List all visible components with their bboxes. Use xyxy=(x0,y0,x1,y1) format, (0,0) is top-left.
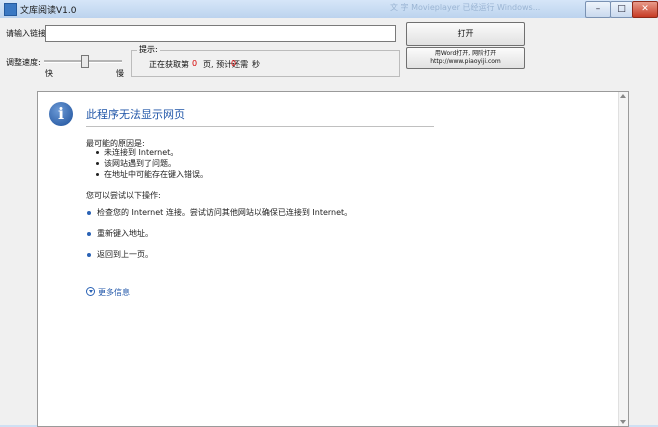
main-window: 请输入链接: 打开 调整速度: 快 慢 提示: 正在获取第 0 页, 预计还需 … xyxy=(0,18,658,427)
url-input[interactable] xyxy=(45,25,396,42)
speed-fast-label: 快 xyxy=(45,69,53,78)
open-button[interactable]: 打开 xyxy=(406,22,525,46)
tip-mid: 页, 预计还需 xyxy=(203,60,249,69)
minimize-button[interactable]: – xyxy=(585,1,611,18)
action-item-retype[interactable]: 重新键入地址。 xyxy=(97,228,153,239)
tip-groupbox: 提示: 正在获取第 0 页, 预计还需 0 秒 xyxy=(131,44,400,77)
window-title: 文库阅读V1.0 xyxy=(20,6,77,16)
cause-item: 该网站遇到了问题。 xyxy=(104,159,176,168)
word-open-button[interactable]: 用Word打开, 网阶打开 http://www.piaoyiji.com xyxy=(406,47,525,69)
divider xyxy=(86,126,434,127)
action-item: 检查您的 Internet 连接。尝试访问其他网站以确保已连接到 Interne… xyxy=(97,208,353,217)
action-item-back[interactable]: 返回到上一页。 xyxy=(97,249,153,260)
app-icon xyxy=(4,3,17,16)
scroll-up-icon[interactable] xyxy=(620,94,626,98)
more-info-link[interactable]: 更多信息 xyxy=(98,287,130,298)
maximize-button[interactable]: □ xyxy=(610,1,633,18)
tip-suffix: 秒 xyxy=(252,60,260,69)
info-icon: i xyxy=(49,102,73,126)
scroll-down-icon[interactable] xyxy=(620,420,626,424)
tip-seconds-count: 0 xyxy=(231,59,237,68)
background-window-text: 文 字 Movieplayer 已经运行 Windows... xyxy=(390,3,541,12)
title-bar: 文库阅读V1.0 文 字 Movieplayer 已经运行 Windows...… xyxy=(0,0,658,18)
tip-page-count: 0 xyxy=(192,59,198,68)
tip-prefix: 正在获取第 xyxy=(149,60,189,69)
speed-label: 调整速度: xyxy=(6,58,41,67)
url-label: 请输入链接: xyxy=(6,29,49,38)
word-open-button-line1: 用Word打开, 网阶打开 xyxy=(434,50,497,57)
bullet-icon xyxy=(96,173,99,176)
error-title: 此程序无法显示网页 xyxy=(86,108,185,121)
tip-legend: 提示: xyxy=(137,44,160,55)
vertical-scrollbar[interactable] xyxy=(618,92,628,426)
expand-chevron-icon[interactable] xyxy=(86,287,95,296)
open-button-label: 打开 xyxy=(457,29,474,38)
cause-item: 在地址中可能存在键入错误。 xyxy=(104,170,208,179)
action-bullet-icon xyxy=(87,253,91,257)
actions-header: 您可以尝试以下操作: xyxy=(86,191,161,200)
bullet-icon xyxy=(96,151,99,154)
bullet-icon xyxy=(96,162,99,165)
cause-item: 未连接到 Internet。 xyxy=(104,148,179,157)
speed-slider-thumb[interactable] xyxy=(81,55,89,68)
speed-slow-label: 慢 xyxy=(116,69,124,78)
action-bullet-icon xyxy=(87,232,91,236)
web-browser-view[interactable]: i 此程序无法显示网页 最可能的原因是: 未连接到 Internet。 该网站遇… xyxy=(37,91,629,427)
word-open-button-url: http://www.piaoyiji.com xyxy=(430,58,501,65)
close-button[interactable]: ✕ xyxy=(632,1,658,18)
action-bullet-icon xyxy=(87,211,91,215)
